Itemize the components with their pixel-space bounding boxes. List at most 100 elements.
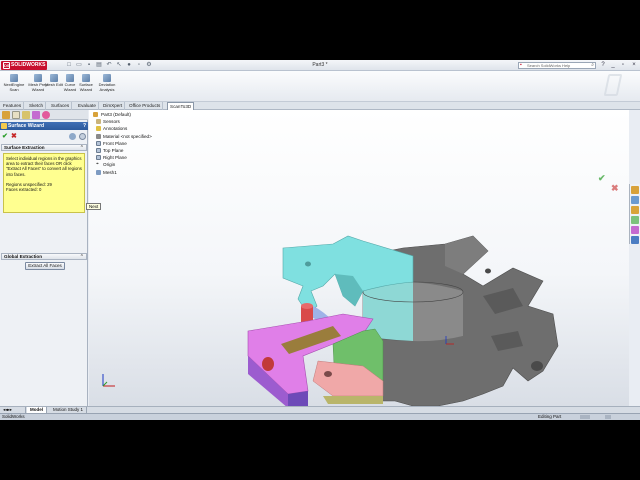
surface-wizard-icon [82, 74, 90, 82]
previous-page-icon[interactable] [69, 133, 76, 140]
tree-item-material[interactable]: Material <not specified> [93, 133, 152, 140]
red-region-top [301, 303, 313, 309]
button-label: Surface Wizard [79, 82, 93, 92]
solidworks-window: DS SOLIDWORKS □ ▭ ▪ ▤ ↶ ↖ ● ▫ ⚙ Part3 * … [0, 60, 640, 420]
collapse-icon[interactable]: ⌃ [80, 254, 84, 260]
plane-icon [96, 155, 101, 161]
button-label: NextEngine Scan [3, 82, 25, 92]
manager-tabs [0, 110, 88, 120]
search-icon[interactable]: ⌕ [591, 63, 594, 68]
bore-gray-face[interactable] [413, 282, 463, 342]
plane-icon [96, 148, 101, 154]
configuration-manager-icon[interactable] [22, 111, 30, 119]
wizard-icon [1, 123, 7, 129]
restore-icon[interactable]: ▫ [619, 62, 627, 68]
tab-scanto3d[interactable]: ScanTo3D [167, 102, 195, 110]
pink-hole[interactable] [324, 371, 332, 377]
display-manager-icon[interactable] [42, 111, 50, 119]
tree-item-sensors[interactable]: Sensors [93, 118, 152, 125]
graphics-area[interactable]: Part3 (Default) Sensors Annotations Mate… [89, 110, 629, 406]
tree-item-label: Annotations [103, 126, 128, 132]
instruction-message: Select individual regions in the graphic… [3, 153, 85, 213]
solidworks-search-icon: ▪ [520, 62, 522, 68]
magenta-hole[interactable] [262, 357, 274, 371]
tree-item-part[interactable]: Part3 (Default) [93, 111, 152, 118]
view-palette-icon[interactable] [631, 216, 639, 224]
global-extraction-header[interactable]: Global Extraction ⌃ [1, 253, 87, 260]
custom-properties-icon[interactable] [631, 236, 639, 244]
ds-watermark-logo [603, 74, 623, 96]
olive-region[interactable] [323, 396, 383, 404]
title-bar: DS SOLIDWORKS □ ▭ ▪ ▤ ↶ ↖ ● ▫ ⚙ Part3 * … [0, 60, 640, 71]
command-manager: NextEngine Scan Mesh Prep Wizard Mesh Ed… [0, 71, 640, 102]
tab-features[interactable]: Features [1, 102, 25, 110]
scanned-part-model[interactable] [213, 196, 583, 406]
minimize-icon[interactable]: _ [609, 62, 617, 68]
status-app-name: SolidWorks [2, 414, 25, 419]
model-tabs: ◂◂▸▸ Model Motion Study 1 [0, 406, 640, 414]
mesh-icon [96, 169, 101, 175]
property-manager-icon[interactable] [12, 111, 20, 119]
help-dropdown-icon[interactable]: ? [599, 62, 607, 68]
collapse-icon[interactable]: ⌃ [80, 145, 84, 151]
cancel-x-icon[interactable]: ✖ [11, 132, 17, 140]
appearances-icon[interactable] [631, 226, 639, 234]
flyout-feature-tree: Part3 (Default) Sensors Annotations Mate… [93, 111, 152, 176]
nextengine-scan-button[interactable]: NextEngine Scan [3, 74, 25, 101]
tab-surfaces[interactable]: Surfaces [49, 102, 73, 110]
units-indicator-icon[interactable] [580, 415, 590, 419]
gray-top-face[interactable] [445, 236, 488, 274]
section-title: Surface Extraction [4, 145, 45, 150]
next-page-icon[interactable] [79, 133, 86, 140]
design-library-icon[interactable] [631, 196, 639, 204]
part-icon [93, 112, 98, 117]
resources-icon[interactable] [631, 186, 639, 194]
property-manager-panel: Surface Wizard ? ✔ ✖ Surface Extraction … [0, 110, 88, 406]
tree-item-right-plane[interactable]: Right Plane [93, 154, 152, 161]
surface-wizard-button[interactable]: Surface Wizard [75, 74, 97, 101]
help-indicator-icon[interactable] [605, 415, 611, 419]
cyan-bolt-hole[interactable] [305, 261, 311, 267]
annotation-icon [96, 126, 101, 132]
search-input[interactable]: Search SolidWorks Help [527, 63, 570, 68]
pm-title: Surface Wizard [8, 123, 45, 129]
gray-hole[interactable] [531, 361, 543, 371]
dimxpert-manager-icon[interactable] [32, 111, 40, 119]
feature-manager-icon[interactable] [2, 111, 10, 119]
file-explorer-icon[interactable] [631, 206, 639, 214]
gray-bolt-hole[interactable] [485, 268, 491, 274]
tree-item-origin[interactable]: ⌖ Origin [93, 161, 152, 168]
task-pane [629, 184, 640, 244]
mesh-prep-icon [34, 74, 42, 82]
status-mode: Editing Part [538, 414, 562, 419]
tree-item-label: Front Plane [103, 140, 127, 146]
tree-item-label: Top Plane [103, 148, 124, 154]
origin-icon: ⌖ [96, 161, 99, 168]
sensor-icon [96, 119, 101, 125]
tab-evaluate[interactable]: Evaluate [76, 102, 99, 110]
surface-extraction-header[interactable]: Surface Extraction ⌃ [1, 144, 87, 151]
tab-office-products[interactable]: Office Products [127, 102, 164, 110]
tree-item-label: Sensors [103, 119, 120, 125]
help-icon[interactable]: ? [83, 122, 86, 130]
tree-item-mesh1[interactable]: Mesh1 [93, 169, 152, 176]
tree-item-label: Mesh1 [103, 169, 117, 175]
tree-item-annotations[interactable]: Annotations [93, 125, 152, 132]
tab-dimxpert[interactable]: DimXpert [101, 102, 126, 110]
confirm-cancel-icon[interactable]: ✖ [611, 183, 619, 194]
tree-item-label: Origin [103, 162, 116, 168]
tree-item-front-plane[interactable]: Front Plane [93, 140, 152, 147]
pm-title-bar: Surface Wizard ? [0, 122, 88, 130]
tab-sketch[interactable]: Sketch [27, 102, 47, 110]
extract-all-faces-button[interactable]: Extract All Faces [25, 262, 65, 270]
close-icon[interactable]: × [630, 62, 638, 68]
faces-extracted: Faces extracted: 0 [6, 187, 42, 193]
deviation-analysis-button[interactable]: Deviation Analysis [96, 74, 118, 101]
curve-wizard-icon [66, 74, 74, 82]
next-tooltip: Next [86, 203, 102, 210]
ok-check-icon[interactable]: ✔ [2, 132, 8, 140]
mesh-edit-icon [50, 74, 58, 82]
confirm-ok-icon[interactable]: ✔ [598, 173, 606, 184]
tree-item-top-plane[interactable]: Top Plane [93, 147, 152, 154]
help-search-box[interactable]: ▪ Search SolidWorks Help ⌕ [518, 62, 596, 69]
